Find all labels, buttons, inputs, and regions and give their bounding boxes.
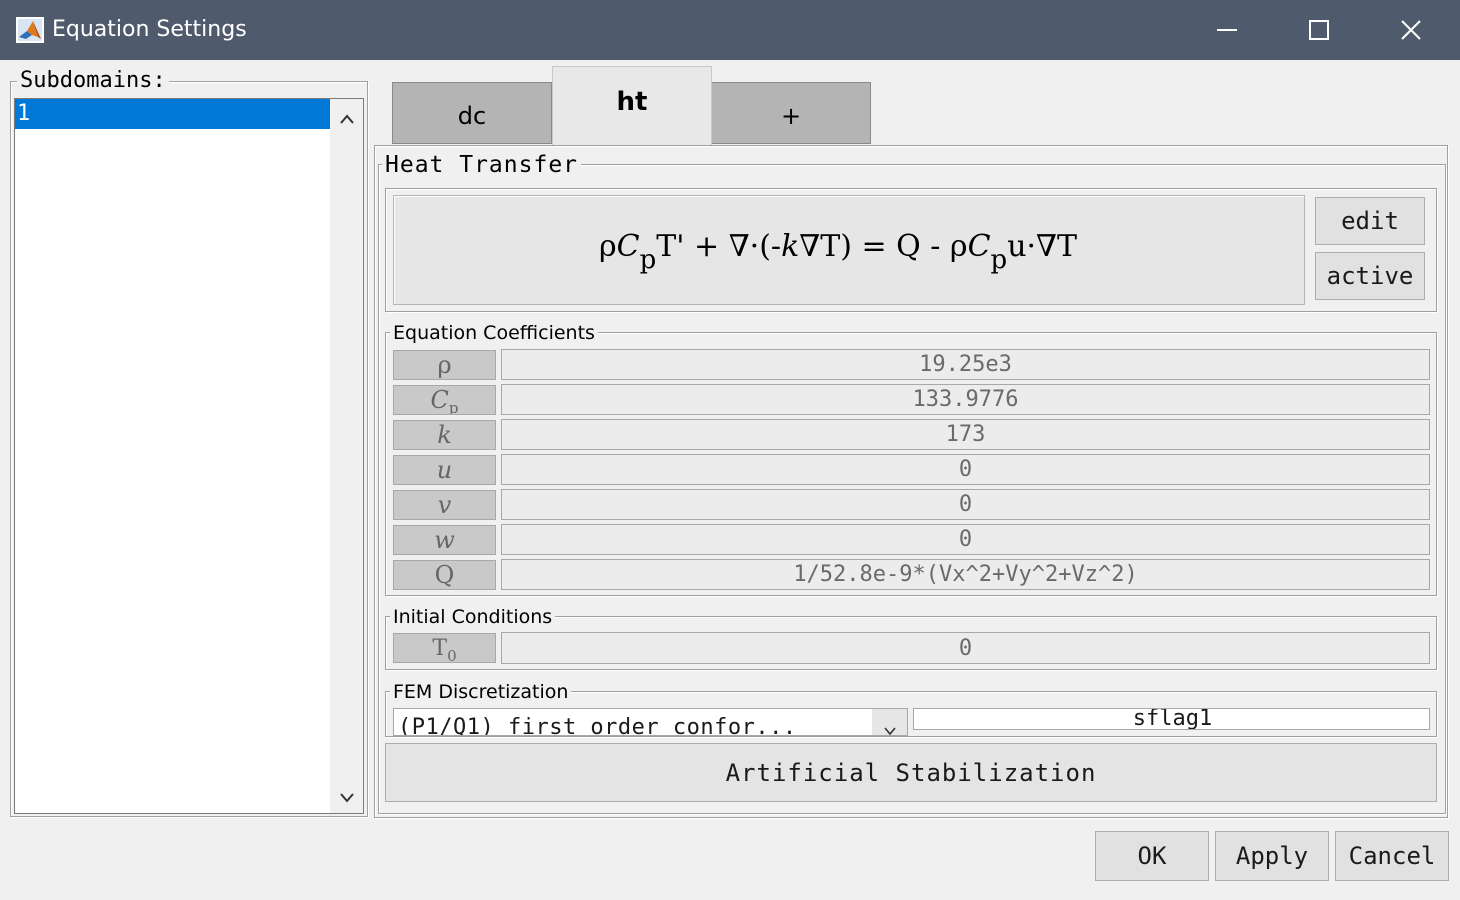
apply-button[interactable]: Apply: [1215, 831, 1329, 881]
equation-formula: ρCpT' + ∇·(-k∇T) = Q - ρCpu·∇T: [599, 229, 1077, 275]
coef-label-u: u: [393, 455, 496, 485]
tab-dc[interactable]: dc: [392, 82, 552, 144]
coef-label-w: w: [393, 525, 496, 555]
k-field[interactable]: 173: [501, 419, 1430, 450]
equation-display: ρCpT' + ∇·(-k∇T) = Q - ρCpu·∇T: [393, 195, 1305, 305]
coef-label-v: v: [393, 490, 496, 520]
maximize-button[interactable]: [1272, 0, 1366, 60]
artificial-stabilization-button[interactable]: Artificial Stabilization: [385, 743, 1437, 802]
scroll-down-icon[interactable]: [339, 789, 355, 808]
edit-button[interactable]: edit: [1315, 197, 1425, 245]
close-button[interactable]: [1364, 0, 1458, 60]
list-scrollbar[interactable]: [330, 99, 363, 813]
rho-field[interactable]: 19.25e3: [501, 349, 1430, 380]
tab-ht[interactable]: ht: [552, 66, 712, 146]
tab-add[interactable]: +: [711, 82, 871, 144]
initial-conditions-title: Initial Conditions: [390, 605, 556, 629]
q-field[interactable]: 1/52.8e-9*(Vx^2+Vy^2+Vz^2): [501, 559, 1430, 590]
u-field[interactable]: 0: [501, 454, 1430, 485]
element-type-value: (P1/Q1) first order confor...: [398, 715, 797, 736]
active-button[interactable]: active: [1315, 252, 1425, 300]
minimize-icon: [1217, 29, 1237, 31]
coef-label-cp: Cp: [393, 385, 496, 415]
ic-label-t0: T0: [393, 633, 496, 663]
cp-field[interactable]: 133.9776: [501, 384, 1430, 415]
cancel-button[interactable]: Cancel: [1335, 831, 1449, 881]
heat-transfer-title: Heat Transfer: [382, 152, 582, 178]
shape-function-value: sflag1: [1132, 708, 1213, 730]
scroll-up-icon[interactable]: [339, 110, 355, 129]
list-item[interactable]: 1: [15, 99, 330, 129]
maximize-icon: [1309, 20, 1329, 40]
window-title: Equation Settings: [52, 17, 247, 42]
minimize-button[interactable]: [1180, 0, 1274, 60]
coef-label-rho: ρ: [393, 350, 496, 380]
element-type-dropdown[interactable]: (P1/Q1) first order confor...: [393, 708, 908, 736]
svg-text:ρCpT' + ∇·(-k∇T) = Q - ρCpu·∇T: ρCpT' + ∇·(-k∇T) = Q - ρCpu·∇T: [599, 229, 1077, 275]
subdomain-list[interactable]: [14, 98, 364, 814]
fem-title: FEM Discretization: [390, 680, 572, 704]
chevron-down-icon[interactable]: [872, 709, 907, 735]
coefficients-title: Equation Coefficients: [390, 321, 598, 345]
ok-button[interactable]: OK: [1095, 831, 1209, 881]
close-icon: [1401, 20, 1421, 40]
coef-label-q: Q: [393, 560, 496, 590]
matlab-icon: [16, 17, 44, 43]
w-field[interactable]: 0: [501, 524, 1430, 555]
t0-field[interactable]: 0: [501, 632, 1430, 664]
shape-function-field[interactable]: sflag1: [913, 708, 1430, 730]
coef-label-k: k: [393, 420, 496, 450]
subdomains-label: Subdomains:: [17, 68, 169, 94]
v-field[interactable]: 0: [501, 489, 1430, 520]
